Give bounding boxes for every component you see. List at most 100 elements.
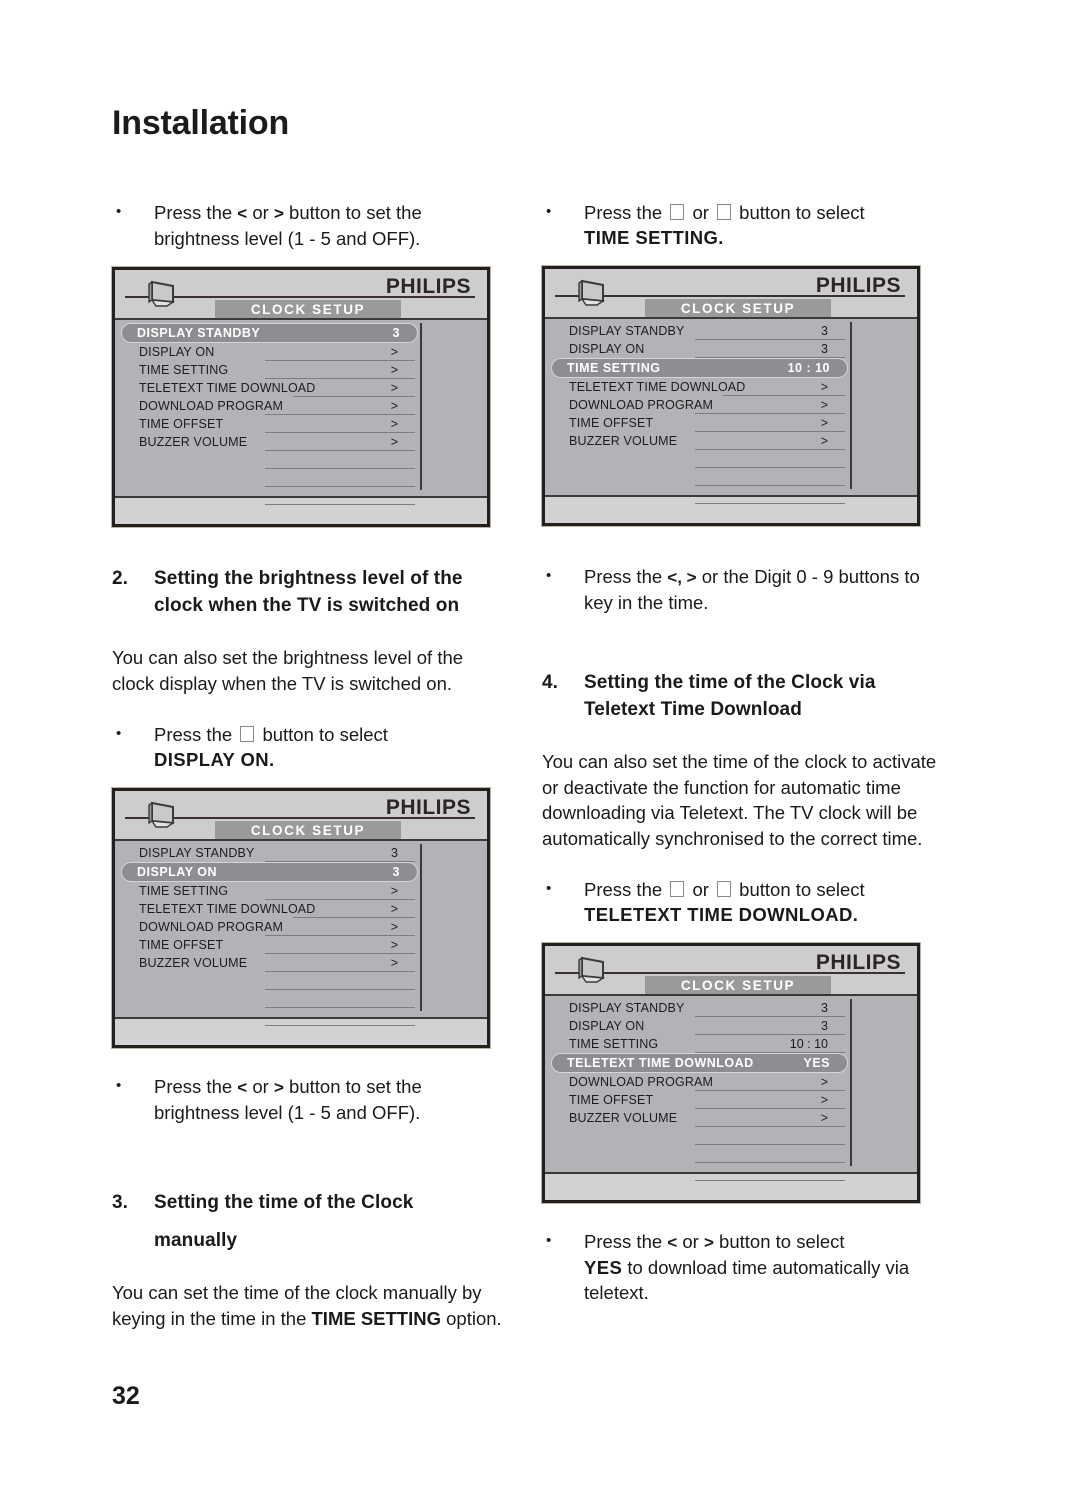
osd-row[interactable]: DOWNLOAD PROGRAM > xyxy=(115,397,420,415)
bullet-text-pre: Press the xyxy=(154,202,233,223)
tv-icon xyxy=(148,801,176,828)
osd-row[interactable]: TIME OFFSET > xyxy=(545,1091,850,1109)
osd-row-value: > xyxy=(390,363,398,377)
tv-icon xyxy=(148,280,176,307)
osd-row[interactable]: DOWNLOAD PROGRAM > xyxy=(545,1073,850,1091)
osd-row-list: DISPLAY STANDBY 3 DISPLAY ON 3 TIME SETTING 1… xyxy=(545,999,852,1181)
osd-row[interactable] xyxy=(115,1008,420,1026)
osd-row[interactable]: BUZZER VOLUME > xyxy=(545,1109,850,1127)
osd-row-list: DISPLAY STANDBY 3 DISPLAY ON 3 TIME SETTING >… xyxy=(115,844,422,1026)
osd-row-value: > xyxy=(390,884,398,898)
osd-row[interactable] xyxy=(545,486,850,504)
unknown-glyph-icon xyxy=(670,881,685,897)
unknown-glyph-icon xyxy=(240,726,255,742)
heading-3-line2: manually xyxy=(154,1230,238,1251)
left-column: Press the < or > button to set the brigh… xyxy=(111,199,507,1331)
osd-row-label: TIME OFFSET xyxy=(139,417,224,431)
osd-row-value: > xyxy=(390,956,398,970)
osd-row-list: DISPLAY STANDBY 3 DISPLAY ON > TIME SETTING >… xyxy=(115,323,422,505)
osd-menu-title: CLOCK SETUP xyxy=(215,300,401,320)
osd-row-label: BUZZER VOLUME xyxy=(139,956,248,970)
osd-row-value: 3 xyxy=(391,846,398,860)
osd-menu-title: CLOCK SETUP xyxy=(645,976,831,996)
osd-row[interactable] xyxy=(115,972,420,990)
bullet-text-post: button to select xyxy=(739,202,865,223)
osd-row[interactable]: BUZZER VOLUME > xyxy=(545,432,850,450)
philips-logo: PHILIPS xyxy=(385,275,471,298)
osd-row[interactable]: TELETEXT TIME DOWNLOAD > xyxy=(545,378,850,396)
heading-4-number: 4. xyxy=(542,672,559,693)
osd-row-label: TIME SETTING xyxy=(569,1037,659,1051)
osd-row-value: > xyxy=(390,381,398,395)
osd-row-value: > xyxy=(390,345,398,359)
osd-row[interactable]: TELETEXT TIME DOWNLOAD > xyxy=(115,900,420,918)
bullet-text-pre: Press the xyxy=(584,879,663,900)
osd-row-label: DOWNLOAD PROGRAM xyxy=(139,399,284,413)
osd-row[interactable]: TIME OFFSET > xyxy=(545,414,850,432)
heading-2-number: 2. xyxy=(112,568,129,589)
osd-row[interactable]: TIME SETTING 10 : 10 xyxy=(545,1035,850,1053)
manual-page: Installation Press the < or > button to … xyxy=(0,0,1080,1492)
osd-row[interactable]: TIME SETTING > xyxy=(115,361,420,379)
osd-row-value: > xyxy=(390,938,398,952)
bullet-text-pre: Press the xyxy=(584,202,663,223)
osd-row[interactable]: TIME OFFSET > xyxy=(115,415,420,433)
bullet-text-or: or xyxy=(692,879,709,900)
osd-row[interactable] xyxy=(545,468,850,486)
osd-row-label: BUZZER VOLUME xyxy=(569,434,678,448)
osd-row[interactable] xyxy=(545,1163,850,1181)
unknown-glyph-icon xyxy=(717,881,732,897)
osd-row-label: DISPLAY ON xyxy=(569,342,645,356)
osd-row[interactable] xyxy=(115,487,420,505)
osd-row[interactable]: TELETEXT TIME DOWNLOAD > xyxy=(115,379,420,397)
osd-row[interactable]: TIME OFFSET > xyxy=(115,936,420,954)
right-column: Press the or button to select TIME SETTI… xyxy=(541,199,942,1305)
osd-row[interactable]: DISPLAY STANDBY 3 xyxy=(115,844,420,862)
osd-row[interactable] xyxy=(115,469,420,487)
osd-row[interactable]: DISPLAY STANDBY 3 xyxy=(545,322,850,340)
heading-3: 3. Setting the time of the Clock manuall… xyxy=(112,1189,507,1254)
osd-row-selected[interactable]: DISPLAY STANDBY 3 xyxy=(115,323,420,343)
osd-row-label: TELETEXT TIME DOWNLOAD xyxy=(139,902,316,916)
osd-row[interactable] xyxy=(115,451,420,469)
osd-menu-display-on: PHILIPS CLOCK SETUP DISPLAY STANDBY 3 DISP… xyxy=(111,787,491,1049)
osd-row[interactable]: DOWNLOAD PROGRAM > xyxy=(115,918,420,936)
paragraph-brightness-on: You can also set the brightness level of… xyxy=(112,647,464,694)
osd-row[interactable]: BUZZER VOLUME > xyxy=(115,954,420,972)
osd-header: PHILIPS CLOCK SETUP xyxy=(115,270,487,320)
osd-row-label: TELETEXT TIME DOWNLOAD xyxy=(567,1056,754,1070)
osd-row-label: TELETEXT TIME DOWNLOAD xyxy=(569,380,746,394)
unknown-glyph-icon xyxy=(717,204,732,220)
osd-row-label: DISPLAY STANDBY xyxy=(569,1001,685,1015)
osd-row[interactable]: DISPLAY STANDBY 3 xyxy=(545,999,850,1017)
osd-header: PHILIPS CLOCK SETUP xyxy=(545,269,917,319)
osd-row[interactable]: DISPLAY ON > xyxy=(115,343,420,361)
page-number: 32 xyxy=(112,1382,140,1410)
osd-row-selected[interactable]: DISPLAY ON 3 xyxy=(115,862,420,882)
osd-row[interactable]: DISPLAY ON 3 xyxy=(545,1017,850,1035)
osd-row-label: DOWNLOAD PROGRAM xyxy=(569,1075,714,1089)
osd-row-label: DOWNLOAD PROGRAM xyxy=(569,398,714,412)
osd-row[interactable]: BUZZER VOLUME > xyxy=(115,433,420,451)
osd-row[interactable]: DOWNLOAD PROGRAM > xyxy=(545,396,850,414)
osd-row-value: 3 xyxy=(392,865,400,879)
osd-row[interactable] xyxy=(115,990,420,1008)
osd-body: DISPLAY STANDBY 3 DISPLAY ON 3 TIME SETTING >… xyxy=(115,839,487,1026)
osd-header: PHILIPS CLOCK SETUP xyxy=(545,946,917,996)
osd-row-label: TIME OFFSET xyxy=(569,416,654,430)
osd-row[interactable] xyxy=(545,450,850,468)
osd-row-value: > xyxy=(820,398,828,412)
osd-row[interactable] xyxy=(545,1127,850,1145)
osd-row-value: > xyxy=(390,417,398,431)
osd-row-selected[interactable]: TIME SETTING 10 : 10 xyxy=(545,358,850,378)
bullet-key-in-time: Press the <, > or the Digit 0 - 9 button… xyxy=(542,563,942,615)
osd-row-value: 3 xyxy=(392,326,400,340)
osd-row-selected[interactable]: TELETEXT TIME DOWNLOAD YES xyxy=(545,1053,850,1073)
osd-row[interactable] xyxy=(545,1145,850,1163)
osd-row[interactable]: DISPLAY ON 3 xyxy=(545,340,850,358)
bullet-brightness-standby: Press the < or > button to set the brigh… xyxy=(112,199,507,251)
osd-row[interactable]: TIME SETTING > xyxy=(115,882,420,900)
paragraph-manual-time: You can set the time of the clock manual… xyxy=(112,1280,507,1331)
osd-row-separator xyxy=(695,1180,845,1181)
osd-menu-time-setting: PHILIPS CLOCK SETUP DISPLAY STANDBY 3 DISP… xyxy=(541,265,921,527)
